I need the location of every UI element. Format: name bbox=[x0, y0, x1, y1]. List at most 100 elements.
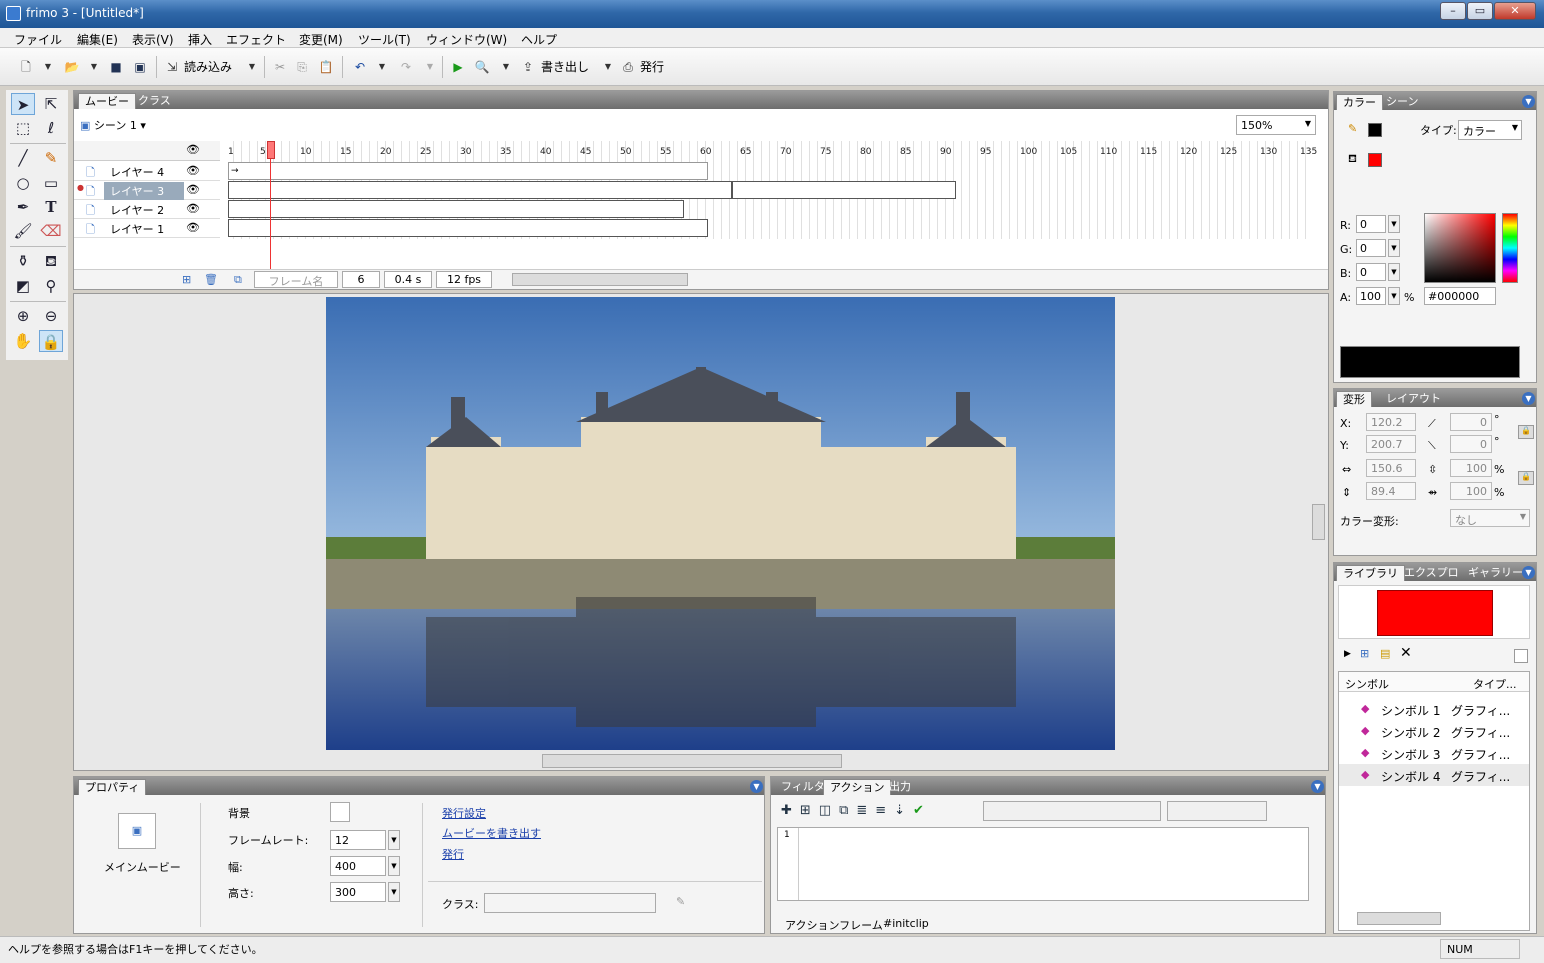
cut-icon[interactable]: ✂ bbox=[272, 59, 288, 75]
width-dropdown[interactable]: ▼ bbox=[388, 856, 400, 876]
transform-tool-icon[interactable]: ⬚ bbox=[11, 117, 35, 139]
stage-hscroll-thumb[interactable] bbox=[542, 754, 842, 768]
hex-input[interactable]: #000000 bbox=[1424, 287, 1496, 305]
rectangle-tool-icon[interactable]: ▭ bbox=[39, 172, 63, 194]
pen-tool-icon[interactable]: ✒ bbox=[11, 196, 35, 218]
action-editor[interactable]: 1 bbox=[777, 827, 1309, 901]
undo-dropdown-icon[interactable]: ▼ bbox=[374, 59, 390, 75]
layer2-frames[interactable] bbox=[228, 200, 684, 218]
framerate-dropdown[interactable]: ▼ bbox=[388, 830, 400, 850]
gradient-transform-tool-icon[interactable]: ◩ bbox=[11, 275, 35, 297]
bg-color-swatch[interactable] bbox=[330, 802, 350, 822]
g-input[interactable]: 0 bbox=[1356, 239, 1386, 257]
new-folder-icon[interactable]: ▤ bbox=[1380, 647, 1390, 660]
import-button[interactable]: 読み込み bbox=[184, 58, 232, 75]
tab-properties[interactable]: プロパティ bbox=[78, 779, 147, 795]
tab-action[interactable]: アクション bbox=[823, 779, 892, 795]
eye-icon[interactable]: 👁 bbox=[186, 164, 200, 177]
panel-menu-icon[interactable]: ▼ bbox=[1522, 392, 1535, 405]
layer1-frames[interactable] bbox=[228, 219, 708, 237]
expand-icon[interactable]: ▶ bbox=[1344, 649, 1351, 659]
w-input[interactable]: 150.6 bbox=[1366, 459, 1416, 477]
new-symbol-icon[interactable]: ⊞ bbox=[1360, 647, 1369, 660]
undo-icon[interactable]: ↶ bbox=[352, 59, 368, 75]
menu-insert[interactable]: 挿入 bbox=[188, 31, 212, 48]
tab-library[interactable]: ライブラリ bbox=[1336, 565, 1405, 581]
eyedropper-tool-icon[interactable]: ⚲ bbox=[39, 275, 63, 297]
a-input[interactable]: 100 bbox=[1356, 287, 1386, 305]
menu-modify[interactable]: 変更(M) bbox=[299, 31, 343, 48]
scale-v-input[interactable]: 100 bbox=[1450, 482, 1492, 500]
color-type-select[interactable]: カラー ▼ bbox=[1458, 120, 1522, 140]
hue-slider[interactable] bbox=[1502, 213, 1518, 283]
menu-effect[interactable]: エフェクト bbox=[226, 31, 286, 48]
maximize-button[interactable]: ▭ bbox=[1467, 2, 1493, 20]
stroke-color-swatch[interactable] bbox=[1368, 123, 1382, 137]
stage-vscroll-thumb[interactable] bbox=[1312, 504, 1325, 540]
list-item[interactable]: ◆ シンボル 2 グラフィ... bbox=[1339, 720, 1529, 742]
tab-color[interactable]: カラー bbox=[1336, 94, 1383, 110]
g-dropdown[interactable]: ▼ bbox=[1388, 239, 1400, 257]
h-input[interactable]: 89.4 bbox=[1366, 482, 1416, 500]
paste-icon[interactable]: 📋 bbox=[318, 59, 334, 75]
ink-bottle-tool-icon[interactable]: ⚱ bbox=[11, 250, 35, 272]
color-picker-square[interactable] bbox=[1424, 213, 1496, 283]
tab-class[interactable]: クラス bbox=[132, 93, 177, 109]
color-transform-select[interactable]: なし ▼ bbox=[1450, 509, 1530, 527]
r-dropdown[interactable]: ▼ bbox=[1388, 215, 1400, 233]
hand-tool-icon[interactable]: ✋ bbox=[11, 330, 35, 352]
tab-transform[interactable]: 変形 bbox=[1336, 391, 1372, 407]
fill-color-swatch[interactable] bbox=[1368, 153, 1382, 167]
eye-icon[interactable]: 👁 bbox=[186, 221, 200, 234]
eye-icon[interactable]: 👁 bbox=[186, 143, 200, 156]
zoom-select[interactable]: 150% ▼ bbox=[1236, 115, 1316, 135]
export-icon[interactable]: ⇪ bbox=[520, 59, 536, 75]
panel-menu-icon[interactable]: ▼ bbox=[1311, 780, 1324, 793]
menu-file[interactable]: ファイル bbox=[14, 31, 62, 48]
menu-window[interactable]: ウィンドウ(W) bbox=[426, 31, 507, 48]
menu-edit[interactable]: 編集(E) bbox=[77, 31, 118, 48]
redo-dropdown-icon[interactable]: ▼ bbox=[422, 59, 438, 75]
tab-layout[interactable]: レイアウト bbox=[1380, 391, 1447, 407]
layer-row[interactable]: 🗋 レイヤー 2 👁 bbox=[74, 200, 220, 219]
layer4-frames[interactable]: → bbox=[228, 162, 708, 180]
menu-view[interactable]: 表示(V) bbox=[132, 31, 174, 48]
col-type[interactable]: タイプ... bbox=[1473, 676, 1517, 692]
action-toolbar[interactable]: ✚⊞◫⧉≣≡⇣✔ bbox=[781, 803, 932, 818]
timeline-hscroll-thumb[interactable] bbox=[512, 273, 688, 286]
menu-help[interactable]: ヘルプ bbox=[521, 31, 557, 48]
center-frame-icon[interactable]: ⧉ bbox=[234, 273, 242, 287]
close-button[interactable]: ✕ bbox=[1494, 2, 1536, 20]
action-category-select[interactable] bbox=[983, 801, 1161, 821]
tab-explorer[interactable]: エクスプロ bbox=[1398, 565, 1465, 581]
playhead[interactable] bbox=[267, 141, 275, 159]
panel-menu-icon[interactable]: ▼ bbox=[1522, 95, 1535, 108]
preview-icon[interactable]: 🔍 bbox=[474, 59, 490, 75]
action-item-select[interactable] bbox=[1167, 801, 1267, 821]
lock-scale-icon[interactable]: 🔒 bbox=[1518, 471, 1534, 485]
export-dropdown-icon[interactable]: ▼ bbox=[600, 59, 616, 75]
eye-icon[interactable]: 👁 bbox=[186, 183, 200, 196]
panel-menu-icon[interactable]: ▼ bbox=[1522, 566, 1535, 579]
save-icon[interactable]: ■ bbox=[108, 59, 124, 75]
open-dropdown-icon[interactable]: ▼ bbox=[86, 59, 102, 75]
subselection-tool-icon[interactable]: ⇱ bbox=[39, 93, 63, 115]
height-dropdown[interactable]: ▼ bbox=[388, 882, 400, 902]
list-item[interactable]: ◆ シンボル 3 グラフィ... bbox=[1339, 742, 1529, 764]
preview-dropdown-icon[interactable]: ▼ bbox=[498, 59, 514, 75]
skew-v-input[interactable]: 0 bbox=[1450, 435, 1492, 453]
text-tool-icon[interactable]: T bbox=[39, 196, 63, 218]
x-input[interactable]: 120.2 bbox=[1366, 413, 1416, 431]
save-all-icon[interactable]: ▣ bbox=[132, 59, 148, 75]
copy-icon[interactable]: ⎘ bbox=[294, 59, 310, 75]
export-movie-link[interactable]: ムービーを書き出す bbox=[442, 825, 541, 841]
tab-movie[interactable]: ムービー bbox=[78, 93, 136, 109]
lasso-tool-icon[interactable]: ℓ bbox=[39, 117, 63, 139]
redo-icon[interactable]: ↷ bbox=[398, 59, 414, 75]
scene-selector[interactable]: ▣ シーン 1 ▾ bbox=[80, 117, 146, 133]
list-item[interactable]: ◆ シンボル 1 グラフィ... bbox=[1339, 698, 1529, 720]
add-layer-icon[interactable]: ⊞ bbox=[182, 273, 191, 286]
edit-class-icon[interactable]: ✎ bbox=[676, 895, 685, 908]
fill-color-icon[interactable]: ⛾ bbox=[1348, 152, 1357, 167]
tab-action-frame[interactable]: アクションフレーム bbox=[785, 917, 883, 933]
